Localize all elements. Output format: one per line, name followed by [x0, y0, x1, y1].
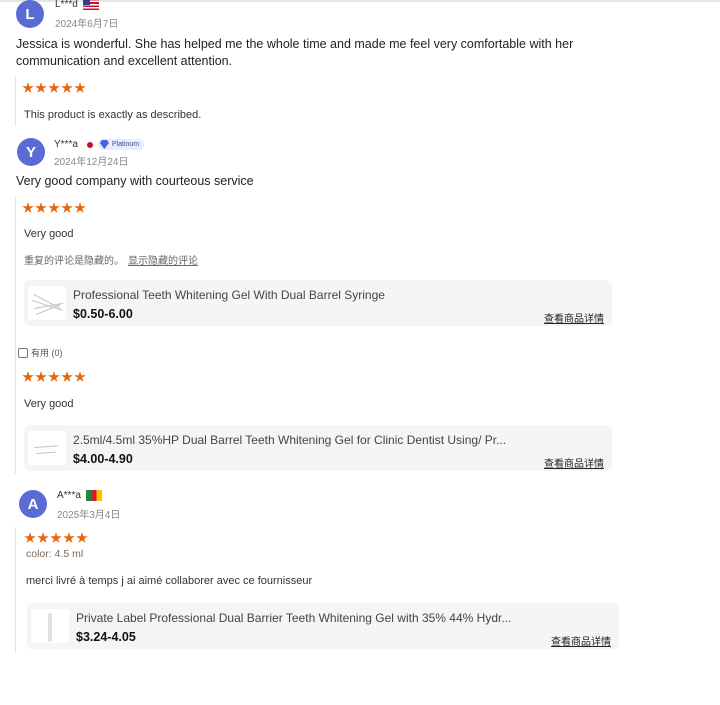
review-date: 2024年12月24日 — [54, 157, 129, 168]
reviewer-name-text: Y***a — [54, 139, 78, 150]
review-text: Jessica is wonderful. She has helped me … — [16, 37, 574, 68]
platinum-badge: Platinum — [97, 139, 145, 150]
review-detail-block — [15, 197, 16, 474]
star-icon — [22, 371, 34, 382]
star-icon — [22, 82, 34, 93]
star-icon — [24, 532, 36, 543]
review-detail-block — [15, 76, 16, 126]
avatar-initial: Y — [25, 143, 36, 161]
product-price: $4.00-4.90 — [73, 452, 133, 466]
review-date: 2025年3月4日 — [57, 510, 121, 521]
view-product-details-link[interactable]: 查看商品详情 — [544, 455, 604, 470]
star-icon — [74, 371, 86, 382]
avatar: L — [16, 0, 44, 28]
star-icon — [48, 371, 60, 382]
star-icon — [74, 202, 86, 213]
star-icon — [74, 82, 86, 93]
japan-flag-icon — [86, 141, 93, 148]
diamond-icon — [99, 140, 109, 149]
star-icon — [48, 82, 60, 93]
show-hidden-reviews-link[interactable]: 显示隐藏的评论 — [128, 256, 198, 267]
star-icon — [22, 202, 34, 213]
star-icon — [48, 202, 60, 213]
product-comment: Very good — [24, 228, 74, 240]
product-title: 2.5ml/4.5ml 35%HP Dual Barrel Teeth Whit… — [73, 433, 507, 447]
reviewer-name-text: A***a — [57, 490, 81, 501]
product-thumbnail — [31, 609, 69, 643]
top-divider — [0, 0, 720, 2]
star-icon — [37, 532, 49, 543]
thumbs-up-icon — [18, 347, 28, 358]
star-icon — [50, 532, 62, 543]
variant-color: color: 4.5 ml — [26, 548, 84, 560]
avatar: Y — [17, 138, 45, 166]
product-title: Professional Teeth Whitening Gel With Du… — [73, 288, 385, 302]
product-title: Private Label Professional Dual Barrier … — [76, 611, 512, 625]
cameroon-flag-icon — [85, 490, 102, 501]
star-icon — [35, 202, 47, 213]
star-rating — [22, 202, 86, 214]
review-text: merci livré à temps j ai aimé collaborer… — [26, 575, 313, 587]
star-icon — [76, 532, 88, 543]
reviewer-name-text: L***d — [55, 0, 78, 10]
reviewer-name: L***d — [55, 0, 99, 10]
product-card[interactable]: 2.5ml/4.5ml 35%HP Dual Barrel Teeth Whit… — [24, 425, 612, 471]
star-icon — [61, 202, 73, 213]
product-price: $3.24-4.05 — [76, 630, 136, 644]
star-icon — [35, 82, 47, 93]
star-icon — [61, 82, 73, 93]
hidden-note-text: 重复的评论是隐藏的。 — [24, 256, 124, 267]
star-icon — [35, 371, 47, 382]
reviewer-name: Y***a Platinum — [54, 139, 145, 150]
star-icon — [61, 371, 73, 382]
us-flag-icon — [82, 0, 99, 10]
product-card[interactable]: Private Label Professional Dual Barrier … — [27, 603, 619, 649]
star-icon — [63, 532, 75, 543]
avatar-initial: A — [27, 495, 39, 513]
review-date: 2024年6月7日 — [55, 19, 119, 30]
product-thumbnail — [28, 431, 66, 465]
avatar: A — [19, 490, 47, 518]
reviewer-name: A***a — [57, 490, 102, 501]
badge-label: Platinum — [111, 141, 140, 148]
helpful-button[interactable]: 有用 (0) — [18, 346, 63, 359]
review-detail-block — [15, 527, 16, 653]
star-rating — [22, 371, 86, 383]
product-comment: Very good — [24, 398, 74, 410]
product-price: $0.50-6.00 — [73, 307, 133, 321]
helpful-label: 有用 (0) — [31, 348, 63, 358]
star-rating — [22, 82, 86, 94]
review-text: Very good company with courteous service — [16, 174, 254, 188]
star-rating — [24, 532, 88, 544]
avatar-initial: L — [25, 5, 35, 23]
hidden-reviews-note: 重复的评论是隐藏的。 显示隐藏的评论 — [24, 252, 198, 267]
product-thumbnail — [28, 286, 66, 320]
product-card[interactable]: Professional Teeth Whitening Gel With Du… — [24, 280, 612, 326]
product-comment: This product is exactly as described. — [24, 109, 202, 121]
view-product-details-link[interactable]: 查看商品详情 — [551, 633, 611, 648]
view-product-details-link[interactable]: 查看商品详情 — [544, 310, 604, 325]
